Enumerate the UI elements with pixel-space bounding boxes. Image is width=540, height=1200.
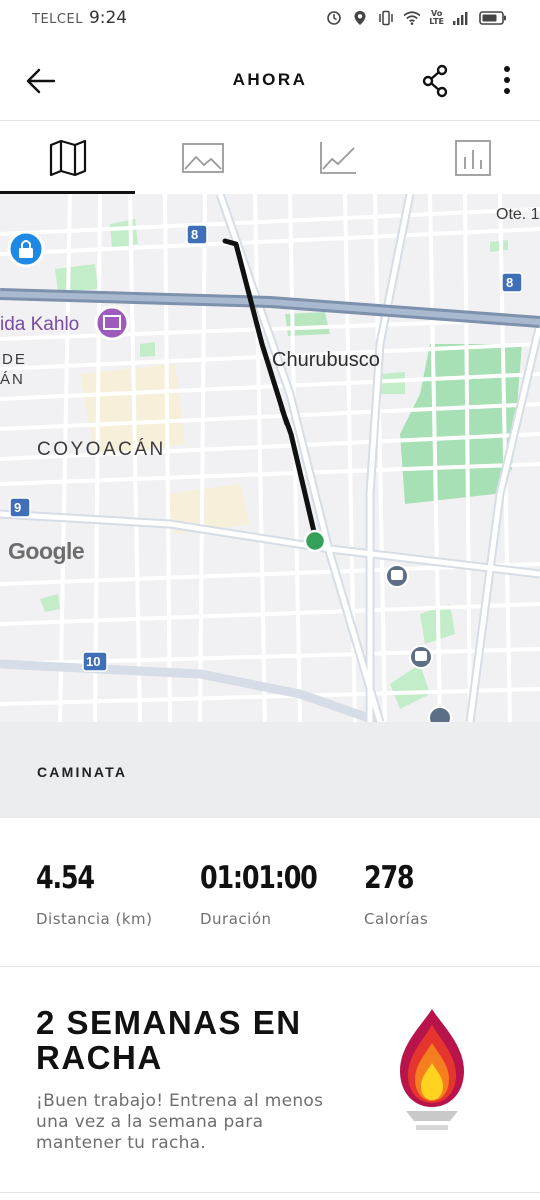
signal-icon xyxy=(452,9,470,27)
location-icon xyxy=(351,9,369,27)
volte-indicator: Vo LTE xyxy=(429,10,444,26)
activity-type-label: CAMINATA xyxy=(37,764,128,780)
route-end-marker[interactable] xyxy=(303,529,327,553)
share-button[interactable] xyxy=(420,64,452,98)
streak-title: 2 SEMANAS EN RACHA xyxy=(36,1004,302,1076)
calories-value: 278 xyxy=(364,860,415,896)
map-label-de: DE xyxy=(2,351,27,368)
more-vertical-icon xyxy=(504,66,510,94)
calories-label: Calorías xyxy=(364,910,429,928)
route-map[interactable]: Ote. 1 ida Kahlo DE ÁN Churubusco COYOAC… xyxy=(0,194,540,722)
stat-duration: 01:01:00 Duración xyxy=(200,860,342,928)
museum-poi-icon[interactable] xyxy=(94,305,130,341)
share-icon xyxy=(422,64,448,98)
metro-station-icon[interactable] xyxy=(428,706,452,722)
metro-station-icon[interactable] xyxy=(409,645,433,669)
road-shield-label: 8 xyxy=(191,227,199,242)
streak-description: ¡Buen trabajo! Entrena al menos una vez … xyxy=(36,1091,324,1153)
activity-type-band: CAMINATA xyxy=(0,722,540,818)
road-shield-label: 9 xyxy=(14,500,22,515)
alarm-icon xyxy=(325,9,343,27)
map-label-an: ÁN xyxy=(0,371,25,388)
stat-distance: 4.54 Distancia (km) xyxy=(36,860,153,928)
line-chart-icon xyxy=(319,141,356,174)
more-options-button[interactable] xyxy=(494,64,520,98)
status-left: TELCEL 9:24 xyxy=(32,8,127,28)
bar-chart-icon xyxy=(454,139,491,176)
map-label-frida: ida Kahlo xyxy=(0,314,80,335)
app-header: AHORA xyxy=(0,48,540,114)
image-icon xyxy=(181,142,224,173)
clock-time: 9:24 xyxy=(88,8,128,28)
vibrate-icon xyxy=(377,9,395,27)
page-title: AHORA xyxy=(232,70,308,89)
view-tabs xyxy=(0,121,540,194)
wifi-icon xyxy=(403,9,421,27)
park-area xyxy=(110,219,138,249)
status-bar: TELCEL 9:24 Vo LTE xyxy=(0,0,540,36)
stats-section: 4.54 Distancia (km) 01:01:00 Duración 27… xyxy=(0,818,540,966)
road-shield-label: 10 xyxy=(86,654,101,669)
distance-label: Distancia (km) xyxy=(36,910,153,928)
metro-station-icon[interactable] xyxy=(385,564,409,588)
streak-card: 2 SEMANAS EN RACHA ¡Buen trabajo! Entren… xyxy=(0,967,540,1193)
battery-icon xyxy=(478,9,508,27)
map-label-coyoacan: COYOACÁN xyxy=(37,439,166,460)
tab-map[interactable] xyxy=(0,121,135,194)
bottom-divider xyxy=(0,1192,540,1193)
tab-photos[interactable] xyxy=(135,121,270,194)
google-logo: Google xyxy=(8,538,85,564)
carrier-name: TELCEL xyxy=(32,12,83,27)
lock-poi-icon[interactable] xyxy=(7,230,45,268)
road-shield-label: 8 xyxy=(506,275,514,290)
status-right: Vo LTE xyxy=(325,9,508,27)
duration-label: Duración xyxy=(200,910,272,928)
map-icon xyxy=(49,139,86,176)
volte-line2: LTE xyxy=(429,17,444,26)
distance-value: 4.54 xyxy=(36,860,95,896)
park-area xyxy=(55,264,98,292)
map-label-churubusco: Churubusco xyxy=(272,349,380,371)
map-label-ote: Ote. 1 xyxy=(496,206,540,223)
duration-value: 01:01:00 xyxy=(200,860,318,896)
flame-torch-icon xyxy=(400,1009,464,1130)
tab-line-chart[interactable] xyxy=(270,121,405,194)
park-area xyxy=(140,342,155,357)
tab-bar-chart[interactable] xyxy=(405,121,540,194)
stat-calories: 278 Calorías xyxy=(364,860,428,928)
